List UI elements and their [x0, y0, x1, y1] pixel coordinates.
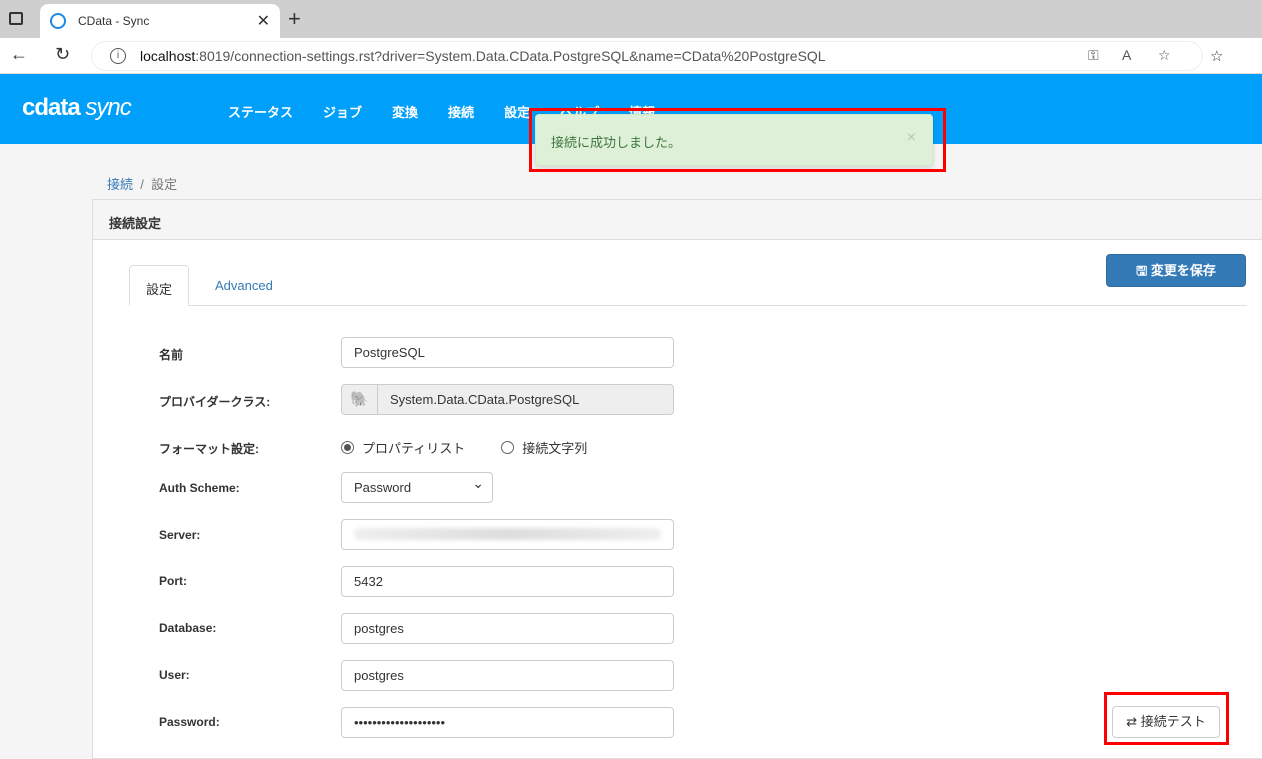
cdata-sync-logo[interactable]: cdata sync — [22, 94, 132, 122]
url-input[interactable]: i localhost:8019/connection-settings.rst… — [92, 42, 1202, 70]
port-input[interactable]: 5432 — [341, 566, 674, 597]
name-input[interactable]: PostgreSQL — [341, 337, 674, 368]
postgresql-elephant-icon: 🐘 — [342, 385, 378, 414]
database-label: Database: — [159, 621, 217, 635]
database-input[interactable]: postgres — [341, 613, 674, 644]
settings-tabs: 設定 Advanced — [129, 265, 1247, 306]
save-label: 変更を保存 — [1150, 263, 1216, 278]
breadcrumb-current: 設定 — [151, 177, 178, 192]
save-changes-button[interactable]: 🖫 変更を保存 — [1106, 254, 1246, 287]
key-icon[interactable]: ⚿ — [1088, 47, 1099, 64]
menu-jobs[interactable]: ジョブ — [323, 102, 362, 121]
radio-property-list[interactable]: プロパティリスト — [341, 438, 465, 457]
auth-scheme-select[interactable]: Password — [341, 472, 493, 503]
provider-field: 🐘 System.Data.CData.PostgreSQL — [341, 384, 674, 415]
radio-checked[interactable] — [341, 441, 354, 454]
breadcrumb-separator: / — [140, 177, 144, 192]
server-input[interactable] — [341, 519, 674, 550]
user-label: User: — [159, 668, 190, 682]
radio-unchecked[interactable] — [501, 441, 515, 454]
provider-value: System.Data.CData.PostgreSQL — [390, 392, 580, 407]
provider-label: プロバイダークラス: — [159, 395, 271, 409]
tab-title: CData - Sync — [78, 14, 150, 28]
connection-settings-panel: 接続設定 設定 Advanced 🖫 変更を保存 名前 PostgreSQL プ… — [92, 199, 1262, 759]
menu-status[interactable]: ステータス — [228, 102, 293, 121]
password-input[interactable]: •••••••••••••••••••• — [341, 707, 674, 738]
radio-label: 接続文字列 — [522, 441, 588, 456]
breadcrumb: 接続 / 設定 — [107, 174, 177, 193]
favorites-icon[interactable]: ☆ — [1210, 47, 1223, 65]
auth-scheme-label: Auth Scheme: — [159, 481, 240, 495]
password-label: Password: — [159, 715, 220, 729]
format-radio-group: プロパティリスト 接続文字列 — [341, 438, 587, 457]
server-label: Server: — [159, 528, 201, 542]
browser-tab[interactable]: CData - Sync ✕ — [40, 4, 280, 38]
highlight-box — [1104, 692, 1229, 745]
highlight-box — [529, 108, 946, 172]
panel-title: 接続設定 — [93, 200, 1262, 240]
read-aloud-icon[interactable]: A — [1122, 47, 1131, 63]
favorite-add-icon[interactable]: ☆ — [1158, 47, 1171, 64]
cloud-favicon-icon — [50, 13, 66, 29]
name-label: 名前 — [159, 348, 184, 362]
url-path: :8019/connection-settings.rst?driver=Sys… — [195, 48, 826, 64]
browser-tabbar: CData - Sync ✕ + — [0, 0, 1262, 38]
tab-settings[interactable]: 設定 — [129, 265, 190, 306]
menu-transform[interactable]: 変換 — [392, 102, 418, 121]
menu-settings[interactable]: 設定 — [504, 102, 530, 121]
user-input[interactable]: postgres — [341, 660, 674, 691]
refresh-icon[interactable]: ↻ — [55, 44, 70, 65]
radio-connection-string[interactable]: 接続文字列 — [501, 438, 587, 457]
url-host: localhost — [140, 48, 196, 64]
menu-connections[interactable]: 接続 — [448, 102, 474, 121]
back-icon[interactable]: ← — [10, 44, 28, 65]
address-bar-area: ← ↻ i localhost:8019/connection-settings… — [0, 38, 1262, 74]
radio-label: プロパティリスト — [362, 441, 466, 456]
tab-actions-icon[interactable] — [9, 12, 23, 25]
tab-advanced[interactable]: Advanced — [199, 265, 289, 306]
blurred-value — [354, 528, 661, 540]
close-tab-icon[interactable]: ✕ — [257, 11, 270, 31]
breadcrumb-connections[interactable]: 接続 — [107, 177, 133, 192]
port-label: Port: — [159, 574, 187, 588]
format-label: フォーマット設定: — [159, 442, 259, 456]
info-icon[interactable]: i — [110, 48, 126, 64]
new-tab-icon[interactable]: + — [288, 6, 301, 32]
